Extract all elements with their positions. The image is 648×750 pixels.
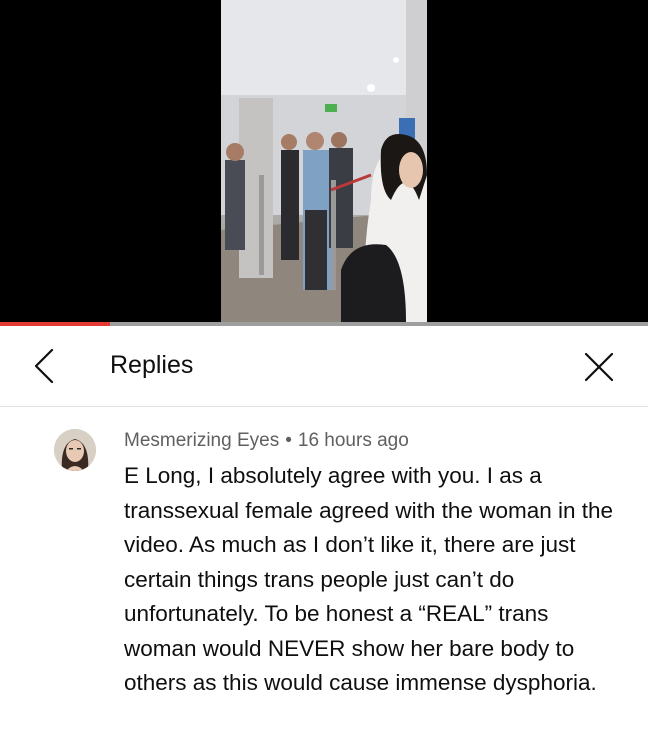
- close-icon[interactable]: [580, 348, 618, 386]
- chevron-left-icon[interactable]: [28, 346, 62, 386]
- replies-header: Replies: [0, 326, 648, 407]
- video-player[interactable]: [0, 0, 648, 322]
- video-scene-image: [221, 0, 427, 322]
- page-title: Replies: [110, 351, 194, 379]
- comment-meta: Mesmerizing Eyes • 16 hours ago: [124, 429, 409, 453]
- meta-separator: •: [285, 430, 292, 451]
- comment-author[interactable]: Mesmerizing Eyes: [124, 430, 279, 451]
- video-frame[interactable]: [221, 0, 427, 322]
- avatar[interactable]: [54, 429, 96, 471]
- comment-item: Mesmerizing Eyes • 16 hours ago E Long, I …: [0, 407, 648, 750]
- comment-timestamp: 16 hours ago: [297, 430, 409, 451]
- comment-text: E Long, I absolutely agree with you. I a…: [124, 463, 614, 695]
